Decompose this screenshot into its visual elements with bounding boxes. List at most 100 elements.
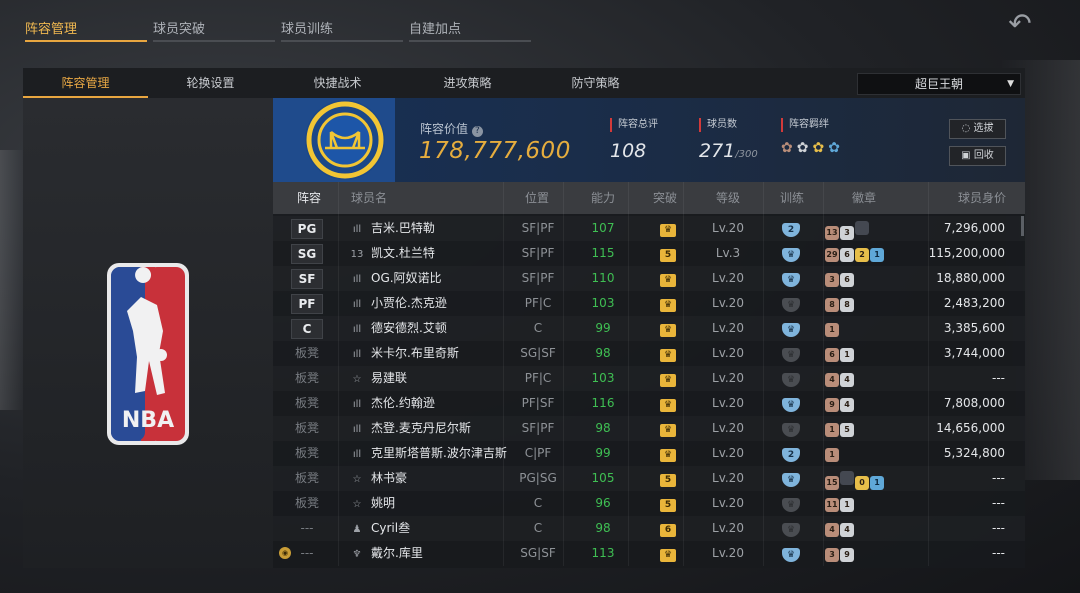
bond-blue-icon[interactable]: ✿ xyxy=(828,140,840,156)
player-name[interactable]: ☆ 易建联 xyxy=(349,366,408,392)
breakthrough-badge[interactable]: ♛ xyxy=(653,391,683,416)
back-arrow-icon[interactable]: ↶ xyxy=(1000,10,1040,40)
table-row[interactable]: --- ◉ ♆ 戴尔.库里 SG|SF 113 ♛ Lv.20 ♛ 3 9 --- xyxy=(273,541,1025,566)
player-name[interactable]: ıll 杰登.麦克丹尼尔斯 xyxy=(349,416,471,442)
sub-tab-defense[interactable]: 防守策略 xyxy=(533,68,658,98)
training-status[interactable]: 2 xyxy=(773,216,809,241)
recycle-button[interactable]: ▣ 回收 xyxy=(949,146,1006,166)
badge-group[interactable]: 13 3 xyxy=(825,216,870,244)
breakthrough-badge[interactable]: ♛ xyxy=(653,366,683,391)
table-row[interactable]: 板凳 ☆ 易建联 PF|C 103 ♛ Lv.20 ♛ 4 4 --- xyxy=(273,366,1025,391)
player-name[interactable]: 13 凯文.杜兰特 xyxy=(349,241,435,267)
training-status[interactable]: ♛ xyxy=(773,341,809,366)
lineup-slot[interactable]: 板凳 xyxy=(285,416,329,441)
table-row[interactable]: SG 13 凯文.杜兰特 SF|PF 115 5 Lv.3 ♛ 29 6 2 1 115,200,000 xyxy=(273,241,1025,266)
training-status[interactable]: ♛ xyxy=(773,366,809,391)
training-status[interactable]: ♛ xyxy=(773,266,809,291)
breakthrough-badge[interactable]: ♛ xyxy=(653,541,683,566)
table-row[interactable]: 板凳 ıll 克里斯塔普斯.波尔津吉斯 C|PF 99 ♛ Lv.20 2 1 5,324,800 xyxy=(273,441,1025,466)
table-scrollbar[interactable] xyxy=(1021,216,1024,236)
lineup-slot[interactable]: --- xyxy=(285,516,329,541)
breakthrough-badge[interactable]: ♛ xyxy=(653,416,683,441)
col-salary[interactable]: 球员身价 xyxy=(958,182,1006,214)
col-badges[interactable]: 徽章 xyxy=(852,182,876,214)
training-status[interactable]: ♛ xyxy=(773,316,809,341)
bond-gold-icon[interactable]: ✿ xyxy=(812,140,824,156)
table-row[interactable]: 板凳 ıll 米卡尔.布里奇斯 SG|SF 98 ♛ Lv.20 ♛ 6 1 3,744,000 xyxy=(273,341,1025,366)
badge-group[interactable]: 94 xyxy=(825,391,855,416)
col-training[interactable]: 训练 xyxy=(780,182,804,214)
player-name[interactable]: ♆ 戴尔.库里 xyxy=(349,541,423,566)
lineup-slot[interactable]: 板凳 xyxy=(285,366,329,391)
breakthrough-badge[interactable]: 5 xyxy=(653,466,683,491)
help-icon[interactable]: ? xyxy=(471,126,483,137)
lineup-slot[interactable]: 板凳 xyxy=(285,341,329,366)
player-name[interactable]: ♟ Cyril叁 xyxy=(349,516,411,542)
training-status[interactable]: ♛ xyxy=(773,466,809,491)
lineup-slot[interactable]: PF xyxy=(285,291,329,317)
lineup-slot[interactable]: C xyxy=(285,316,329,342)
table-row[interactable]: Cıll 德安德烈.艾顿 C 99 ♛ Lv.20 ♛ 1 3,385,600 xyxy=(273,316,1025,341)
player-name[interactable]: ıll 德安德烈.艾顿 xyxy=(349,316,447,342)
lineup-slot[interactable]: SG xyxy=(285,241,329,267)
player-name[interactable]: ıll 吉米.巴特勒 xyxy=(349,216,435,242)
training-status[interactable]: ♛ xyxy=(773,541,809,566)
player-name[interactable]: ıll 克里斯塔普斯.波尔津吉斯 xyxy=(349,441,507,467)
breakthrough-badge[interactable]: ♛ xyxy=(653,341,683,366)
lineup-slot[interactable]: SF xyxy=(285,266,329,292)
table-row[interactable]: 板凳 ıll 杰登.麦克丹尼尔斯 SF|PF 98 ♛ Lv.20 ♛ 1 5 14,656,000 xyxy=(273,416,1025,441)
col-level[interactable]: 等级 xyxy=(716,182,740,214)
col-name[interactable]: 球员名 xyxy=(351,182,387,214)
col-breakthrough[interactable]: 突破 xyxy=(653,182,677,214)
player-name[interactable]: ☆ 姚明 xyxy=(349,491,396,517)
bond-silver-icon[interactable]: ✿ xyxy=(797,140,809,156)
player-name[interactable]: ☆ 林书豪 xyxy=(349,466,408,492)
breakthrough-badge[interactable]: ♛ xyxy=(653,216,683,241)
badge-group[interactable]: 61 xyxy=(825,341,855,366)
badge-group[interactable]: 44 xyxy=(825,366,855,391)
table-row[interactable]: PG ıll 吉米.巴特勒 SF|PF 107 ♛ Lv.20 2 13 3 7,296,000 xyxy=(273,216,1025,241)
breakthrough-badge[interactable]: ♛ xyxy=(653,291,683,316)
badge-group[interactable]: 39 xyxy=(825,541,855,566)
sub-tab-quick-tactics[interactable]: 快捷战术 xyxy=(275,68,400,98)
badge-group[interactable]: 1 xyxy=(825,441,840,466)
training-status[interactable]: ♛ xyxy=(773,491,809,516)
training-status[interactable]: ♛ xyxy=(773,391,809,416)
badge-group[interactable]: 11 1 xyxy=(825,491,855,516)
lineup-slot[interactable]: PG xyxy=(285,216,329,242)
badge-group[interactable]: 36 xyxy=(825,266,855,291)
sub-tab-lineup[interactable]: 阵容管理 xyxy=(23,68,148,98)
select-button[interactable]: ◌ 选拔 xyxy=(949,119,1006,139)
training-status[interactable]: ♛ xyxy=(773,416,809,441)
badge-group[interactable]: 15 xyxy=(825,416,855,441)
breakthrough-badge[interactable]: 6 xyxy=(653,516,683,541)
table-row[interactable]: SF ıll OG.阿奴诺比 SF|PF 110 ♛ Lv.20 ♛ 3 6 18,880,000 xyxy=(273,266,1025,291)
table-row[interactable]: PF ıll 小贾伦.杰克逊 PF|C 103 ♛ Lv.20 ♛ 8 8 2,483,200 xyxy=(273,291,1025,316)
table-row[interactable]: 板凳 ıll 杰伦.约翰逊 PF|SF 116 ♛ Lv.20 ♛ 9 4 7,808,000 xyxy=(273,391,1025,416)
badge-group[interactable]: 44 xyxy=(825,516,855,541)
lineup-slot[interactable]: 板凳 xyxy=(285,441,329,466)
player-name[interactable]: ıll OG.阿奴诺比 xyxy=(349,266,442,292)
table-row[interactable]: 板凳 ☆ 林书豪 PG|SG 105 5 Lv.20 ♛ 15 0 1 --- xyxy=(273,466,1025,491)
lineup-slot[interactable]: --- xyxy=(285,541,329,566)
sub-tab-offense[interactable]: 进攻策略 xyxy=(405,68,530,98)
top-tab-lineup[interactable]: 阵容管理 xyxy=(25,0,153,42)
lineup-dropdown[interactable]: 超巨王朝 ▼ xyxy=(857,73,1021,95)
training-status[interactable]: ♛ xyxy=(773,291,809,316)
player-name[interactable]: ıll 米卡尔.布里奇斯 xyxy=(349,341,459,367)
breakthrough-badge[interactable]: ♛ xyxy=(653,441,683,466)
training-status[interactable]: ♛ xyxy=(773,516,809,541)
bond-bronze-icon[interactable]: ✿ xyxy=(781,140,793,156)
badge-group[interactable]: 88 xyxy=(825,291,855,316)
badge-group[interactable]: 15 0 1 xyxy=(825,466,885,494)
lineup-slot[interactable]: 板凳 xyxy=(285,491,329,516)
col-lineup[interactable]: 阵容 xyxy=(297,182,321,214)
player-name[interactable]: ıll 小贾伦.杰克逊 xyxy=(349,291,447,317)
sub-tab-rotation[interactable]: 轮换设置 xyxy=(148,68,273,98)
breakthrough-badge[interactable]: 5 xyxy=(653,491,683,516)
breakthrough-badge[interactable]: 5 xyxy=(653,241,683,266)
breakthrough-badge[interactable]: ♛ xyxy=(653,316,683,341)
col-position[interactable]: 位置 xyxy=(525,182,549,214)
col-ability[interactable]: 能力 xyxy=(591,182,615,214)
table-row[interactable]: 板凳 ☆ 姚明 C 96 5 Lv.20 ♛ 11 1 --- xyxy=(273,491,1025,516)
